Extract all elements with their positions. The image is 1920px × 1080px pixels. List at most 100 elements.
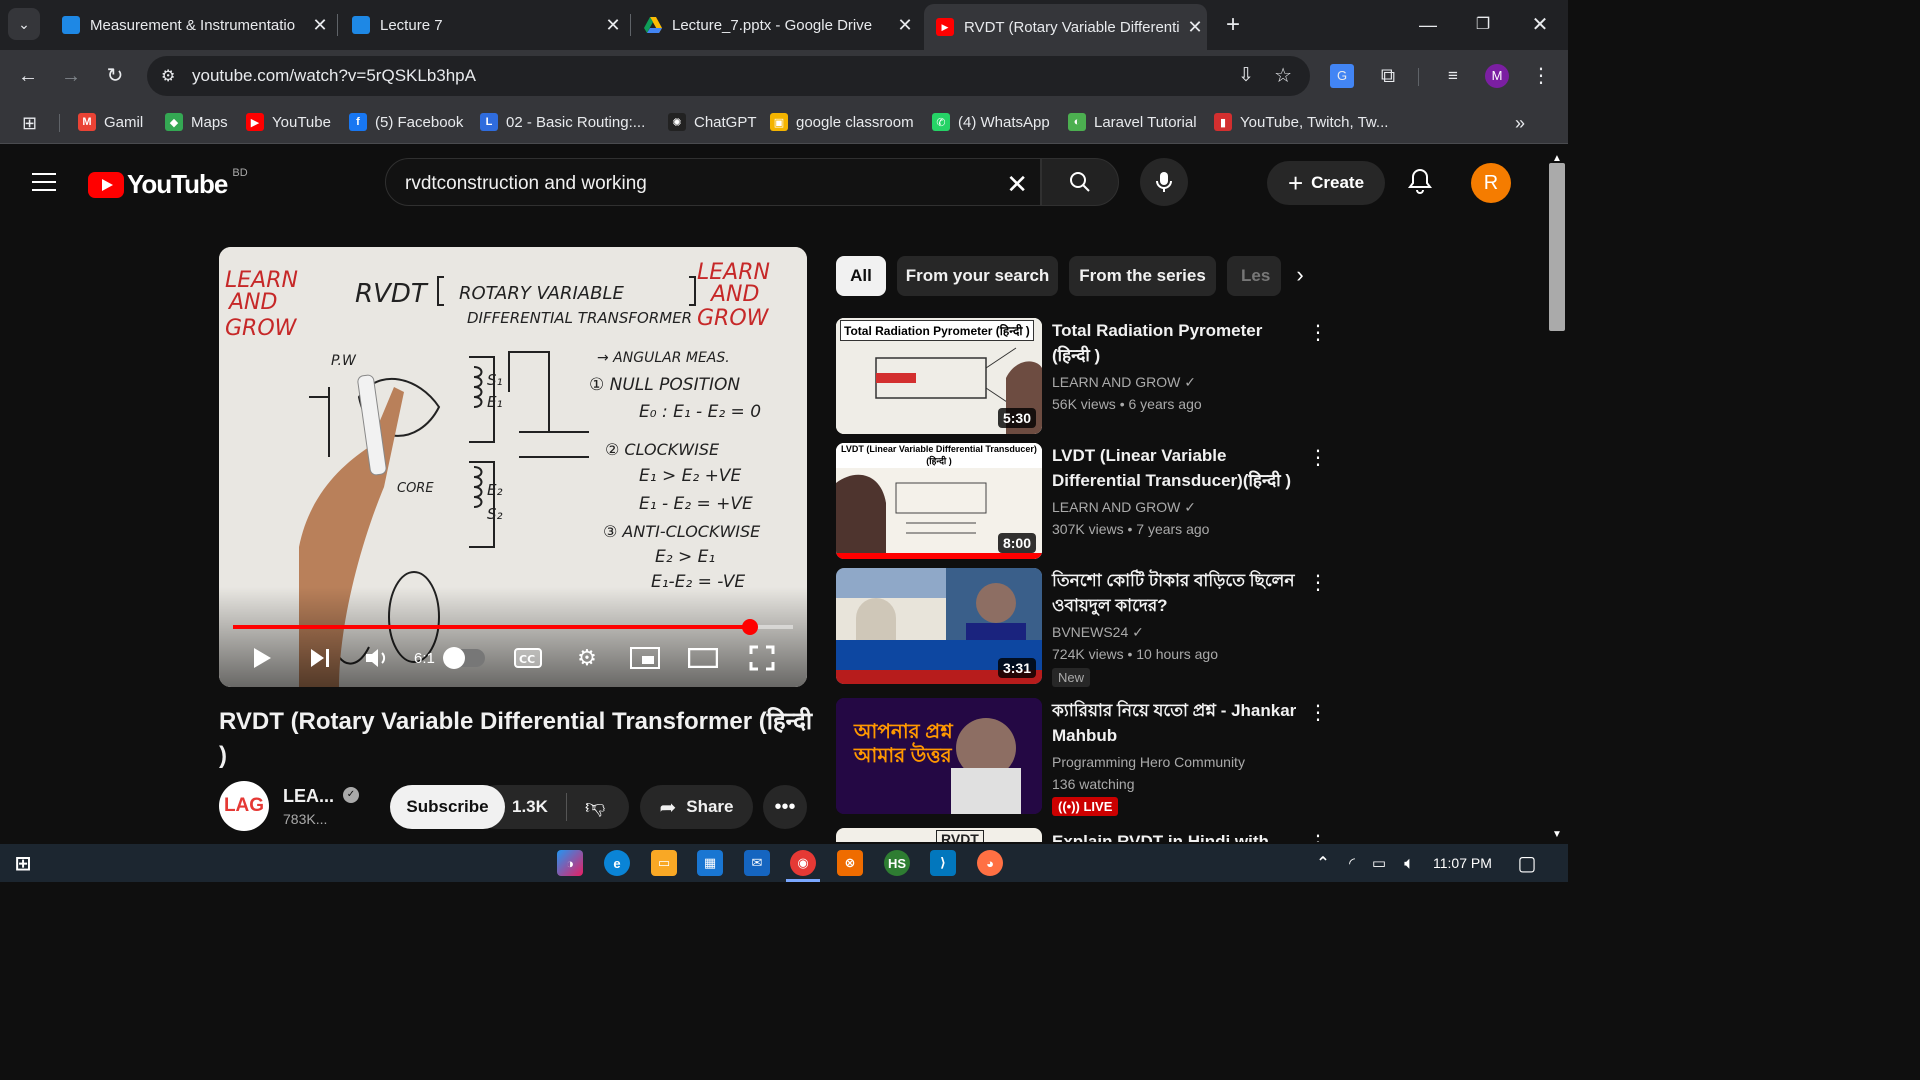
chip-from-the-series[interactable]: From the series — [1069, 256, 1216, 296]
chip-all[interactable]: All — [836, 256, 886, 296]
recommendation-title[interactable]: LVDT (Linear Variable Differential Trans… — [1052, 443, 1302, 493]
bookmark-item[interactable]: f (5) Facebook — [349, 113, 463, 131]
progress-scrubber[interactable] — [741, 619, 758, 635]
profile-avatar[interactable]: M — [1485, 64, 1509, 88]
kebab-menu-icon[interactable]: ⋮ — [1308, 445, 1328, 470]
subscribe-button[interactable]: Subscribe — [390, 785, 505, 829]
kebab-menu-icon[interactable]: ⋮ — [1308, 570, 1328, 595]
tab-rvdt-youtube[interactable]: ▶ RVDT (Rotary Variable Differenti ✕ — [924, 4, 1207, 50]
voice-search-button[interactable] — [1140, 158, 1188, 206]
mail-icon[interactable]: ✉ — [744, 850, 770, 876]
share-button[interactable]: ➦ Share — [640, 785, 753, 829]
recommendation-item[interactable]: LVDT (Linear Variable Differential Trans… — [836, 443, 1328, 559]
miniplayer-button[interactable] — [629, 643, 661, 673]
bookmark-item[interactable]: ▣ google classroom — [770, 113, 914, 131]
chevron-up-icon[interactable]: ⌃ — [1310, 850, 1336, 876]
tab-lecture-7[interactable]: Lecture 7 ✕ — [340, 6, 625, 44]
url-text[interactable]: youtube.com/watch?v=5rQSKLb3hpA — [192, 66, 476, 86]
speaker-icon[interactable]: 🔈︎ — [1396, 850, 1422, 876]
kebab-menu-icon[interactable]: ⋮ — [1308, 700, 1328, 725]
scroll-down-arrow-icon[interactable]: ▼ — [1552, 829, 1562, 840]
firefox-icon[interactable]: ◕ — [977, 850, 1003, 876]
bookmark-item[interactable]: ✆ (4) WhatsApp — [932, 113, 1050, 131]
browser-menu-icon[interactable]: ⋮ — [1527, 62, 1555, 90]
video-thumbnail[interactable]: Total Radiation Pyrometer (हिन्दी ) 5:30 — [836, 318, 1042, 434]
recommendation-item[interactable]: RVDT Explain RVDT in Hindi with ⋮ — [836, 828, 1328, 842]
recommendation-item[interactable]: Total Radiation Pyrometer (हिन्दी ) 5:30… — [836, 318, 1328, 434]
google-translate-icon[interactable]: G — [1330, 64, 1354, 88]
account-avatar[interactable]: R — [1471, 163, 1511, 203]
bookmark-item[interactable]: ▶ YouTube — [246, 113, 331, 131]
tab-google-drive[interactable]: Lecture_7.pptx - Google Drive ✕ — [632, 6, 917, 44]
address-bar[interactable]: ⚙ youtube.com/watch?v=5rQSKLb3hpA ⇩ ☆ — [147, 56, 1310, 96]
channel-name[interactable]: LEA... — [283, 786, 334, 807]
edge-icon[interactable]: e — [604, 850, 630, 876]
recommendation-title[interactable]: তিনশো কোটি টাকার বাড়িতে ছিলেন ওবায়দুল … — [1052, 568, 1302, 618]
video-thumbnail[interactable]: LVDT (Linear Variable Differential Trans… — [836, 443, 1042, 559]
chip-from-your-search[interactable]: From your search — [897, 256, 1058, 296]
video-thumbnail[interactable]: RVDT — [836, 828, 1042, 842]
recommendation-item[interactable]: আপনার প্রশ্ন আমার উত্তর ক্যারিয়ার নিয়ে… — [836, 698, 1328, 816]
clear-search-icon[interactable]: ✕ — [1006, 169, 1028, 200]
battery-icon[interactable]: ▭ — [1366, 850, 1392, 876]
video-thumbnail[interactable]: আপনার প্রশ্ন আমার উত্তর — [836, 698, 1042, 814]
install-app-icon[interactable]: ⇩ — [1238, 64, 1254, 87]
recommendation-item[interactable]: 3:31 তিনশো কোটি টাকার বাড়িতে ছিলেন ওবায… — [836, 568, 1328, 687]
bookmark-item[interactable]: ◐ Laravel Tutorial — [1068, 113, 1197, 131]
close-tab-icon[interactable]: ✕ — [601, 15, 625, 36]
apps-grid-icon[interactable]: ⊞ — [22, 113, 37, 134]
tab-measurement[interactable]: Measurement & Instrumentatio ✕ — [50, 6, 332, 44]
recommendation-title[interactable]: Total Radiation Pyrometer (हिन्दी ) — [1052, 318, 1302, 368]
video-thumbnail[interactable]: 3:31 — [836, 568, 1042, 684]
forward-icon[interactable]: → — [57, 62, 85, 90]
search-input[interactable]: rvdtconstruction and working — [405, 173, 647, 195]
file-explorer-icon[interactable]: ▭ — [651, 850, 677, 876]
store-icon[interactable]: ▦ — [697, 850, 723, 876]
recommendation-channel[interactable]: LEARN AND GROW ✓ — [1052, 374, 1196, 391]
vscode-icon[interactable]: ⟩ — [930, 850, 956, 876]
youtube-logo[interactable]: YouTube BD — [88, 167, 248, 200]
fullscreen-button[interactable] — [747, 643, 777, 673]
back-icon[interactable]: ← — [14, 62, 42, 90]
chip-lessons[interactable]: Les — [1227, 256, 1281, 296]
bookmark-item[interactable]: M Gamil — [78, 113, 143, 131]
chrome-icon[interactable]: ◉ — [790, 850, 816, 876]
notifications-button[interactable] — [1405, 166, 1435, 196]
copilot-icon[interactable]: ◑ — [557, 850, 583, 876]
bookmark-item[interactable]: ◆ Maps — [165, 113, 228, 131]
like-count[interactable]: 1.3K — [512, 797, 548, 817]
bookmark-item[interactable]: L 02 - Basic Routing:... — [480, 113, 645, 131]
create-button[interactable]: + Create — [1267, 161, 1385, 205]
search-box[interactable]: rvdtconstruction and working ✕ — [385, 158, 1041, 206]
captions-button[interactable]: CC — [513, 643, 543, 673]
recommendation-channel[interactable]: Programming Hero Community — [1052, 754, 1245, 770]
bookmark-star-icon[interactable]: ☆ — [1274, 63, 1292, 88]
next-button[interactable] — [307, 643, 333, 673]
volume-button[interactable] — [364, 643, 390, 673]
tab-search-button[interactable]: ⌄ — [8, 8, 40, 40]
kebab-menu-icon[interactable]: ⋮ — [1308, 830, 1328, 842]
restore-icon[interactable]: ❐ — [1468, 10, 1498, 40]
more-bookmarks-icon[interactable]: » — [1515, 113, 1525, 134]
wifi-icon[interactable]: ◜ — [1339, 850, 1365, 876]
postman-icon[interactable]: ⊗ — [837, 850, 863, 876]
new-tab-button[interactable]: + — [1218, 10, 1248, 40]
more-actions-button[interactable]: ••• — [763, 785, 807, 829]
play-button[interactable] — [249, 643, 275, 673]
settings-button[interactable]: ⚙ — [572, 643, 602, 673]
channel-avatar[interactable]: LAG — [219, 781, 269, 831]
recommendation-channel[interactable]: LEARN AND GROW ✓ — [1052, 499, 1196, 516]
dislike-icon[interactable]: 👎︎ — [585, 795, 605, 819]
hs-app-icon[interactable]: HS — [884, 850, 910, 876]
bookmark-item[interactable]: ✺ ChatGPT — [668, 113, 757, 131]
page-scrollbar[interactable] — [1549, 163, 1565, 331]
site-info-icon[interactable]: ⚙ — [161, 66, 175, 86]
kebab-menu-icon[interactable]: ⋮ — [1308, 320, 1328, 345]
notification-center-icon[interactable]: ▢ — [1514, 850, 1540, 876]
recommendation-channel[interactable]: BVNEWS24 ✓ — [1052, 624, 1144, 641]
recommendation-title[interactable]: Explain RVDT in Hindi with — [1052, 829, 1302, 842]
extensions-icon[interactable]: ⧉ — [1374, 62, 1402, 90]
theater-mode-button[interactable] — [687, 643, 719, 673]
windows-start-icon[interactable]: ⊞ — [10, 850, 36, 876]
minimize-icon[interactable]: — — [1413, 10, 1443, 40]
